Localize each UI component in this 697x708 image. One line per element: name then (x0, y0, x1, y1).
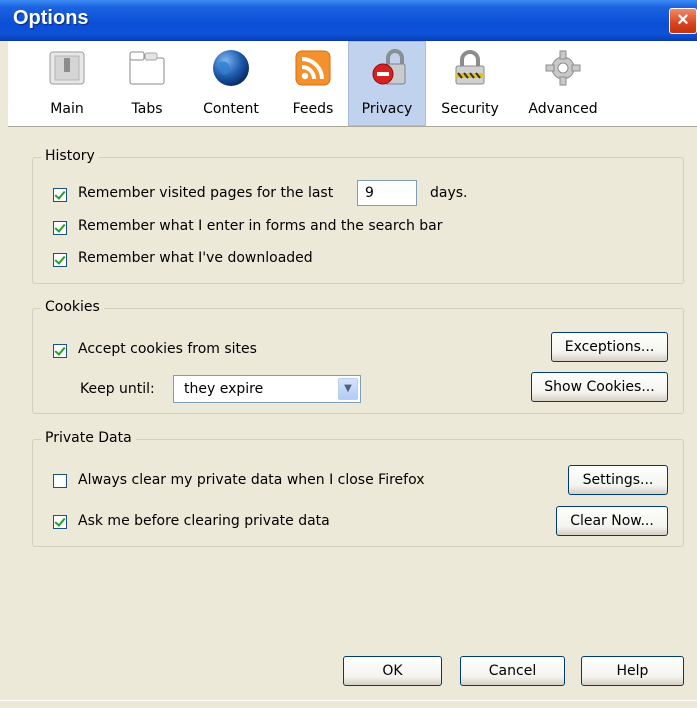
remember-forms-label: Remember what I enter in forms and the s… (78, 218, 443, 234)
pane-toolbar: Main Tabs Content Feeds Privacy Security… (8, 41, 697, 127)
remember-downloads-label: Remember what I've downloaded (78, 250, 313, 266)
close-icon: × (677, 9, 689, 31)
remember-forms-checkbox[interactable] (53, 221, 67, 235)
private-data-title: Private Data (41, 430, 136, 446)
title-bar[interactable]: Options × (0, 0, 697, 41)
rss-icon (295, 50, 331, 86)
chevron-down-icon[interactable]: ▼ (338, 378, 358, 400)
pane-main[interactable]: Main (26, 41, 108, 126)
pane-label: Tabs (131, 101, 163, 117)
keep-until-select[interactable]: they expire ▼ (173, 375, 361, 403)
gear-icon (545, 50, 581, 86)
padlock-icon (455, 50, 485, 85)
pane-feeds[interactable]: Feeds (272, 41, 354, 126)
ask-before-clearing-label: Ask me before clearing private data (78, 513, 330, 529)
dialog-bottom-edge (0, 700, 697, 708)
lock-icon (372, 49, 406, 85)
options-dialog: Options × Main Tabs Content Feeds Privac… (0, 0, 697, 708)
settings-button[interactable]: Settings... (568, 465, 668, 495)
keep-until-label: Keep until: (80, 381, 155, 397)
accept-cookies-label: Accept cookies from sites (78, 341, 257, 357)
pane-label: Content (203, 101, 259, 117)
accept-cookies-checkbox[interactable] (53, 344, 67, 358)
pane-tabs[interactable]: Tabs (106, 41, 188, 126)
pane-advanced[interactable]: Advanced (522, 41, 604, 126)
always-clear-checkbox[interactable] (53, 474, 67, 488)
remember-visited-label: Remember visited pages for the last (78, 185, 334, 201)
exceptions-button[interactable]: Exceptions... (551, 332, 668, 362)
pane-content[interactable]: Content (190, 41, 272, 126)
ask-before-clearing-checkbox[interactable] (53, 515, 67, 529)
always-clear-label: Always clear my private data when I clos… (78, 472, 425, 488)
pane-label: Privacy (361, 101, 413, 117)
show-cookies-button[interactable]: Show Cookies... (531, 372, 668, 402)
history-title: History (41, 148, 99, 164)
pane-label: Security (441, 101, 499, 117)
switch-icon (49, 51, 85, 85)
pane-label: Advanced (528, 101, 598, 117)
clear-now-button[interactable]: Clear Now... (556, 506, 668, 536)
remember-visited-checkbox[interactable] (53, 188, 67, 202)
history-group: History Remember visited pages for the l… (32, 148, 684, 284)
tabs-icon (129, 51, 165, 85)
window-title: Options (13, 7, 89, 29)
pane-security[interactable]: Security (429, 41, 511, 126)
ok-button[interactable]: OK (343, 656, 442, 686)
pane-label: Main (50, 101, 84, 117)
keep-until-value: they expire (184, 381, 264, 397)
close-button[interactable]: × (669, 8, 697, 34)
pane-privacy[interactable]: Privacy (348, 41, 426, 126)
days-input[interactable]: 9 (357, 180, 417, 206)
help-button[interactable]: Help (581, 656, 684, 686)
remember-downloads-checkbox[interactable] (53, 253, 67, 267)
cookies-title: Cookies (41, 299, 104, 315)
cancel-button[interactable]: Cancel (460, 656, 565, 686)
pane-label: Feeds (292, 101, 334, 117)
private-data-group: Private Data Always clear my private dat… (32, 430, 684, 547)
globe-icon (213, 50, 249, 86)
days-suffix: days. (430, 185, 468, 201)
cookies-group: Cookies Accept cookies from sites Except… (32, 299, 684, 414)
